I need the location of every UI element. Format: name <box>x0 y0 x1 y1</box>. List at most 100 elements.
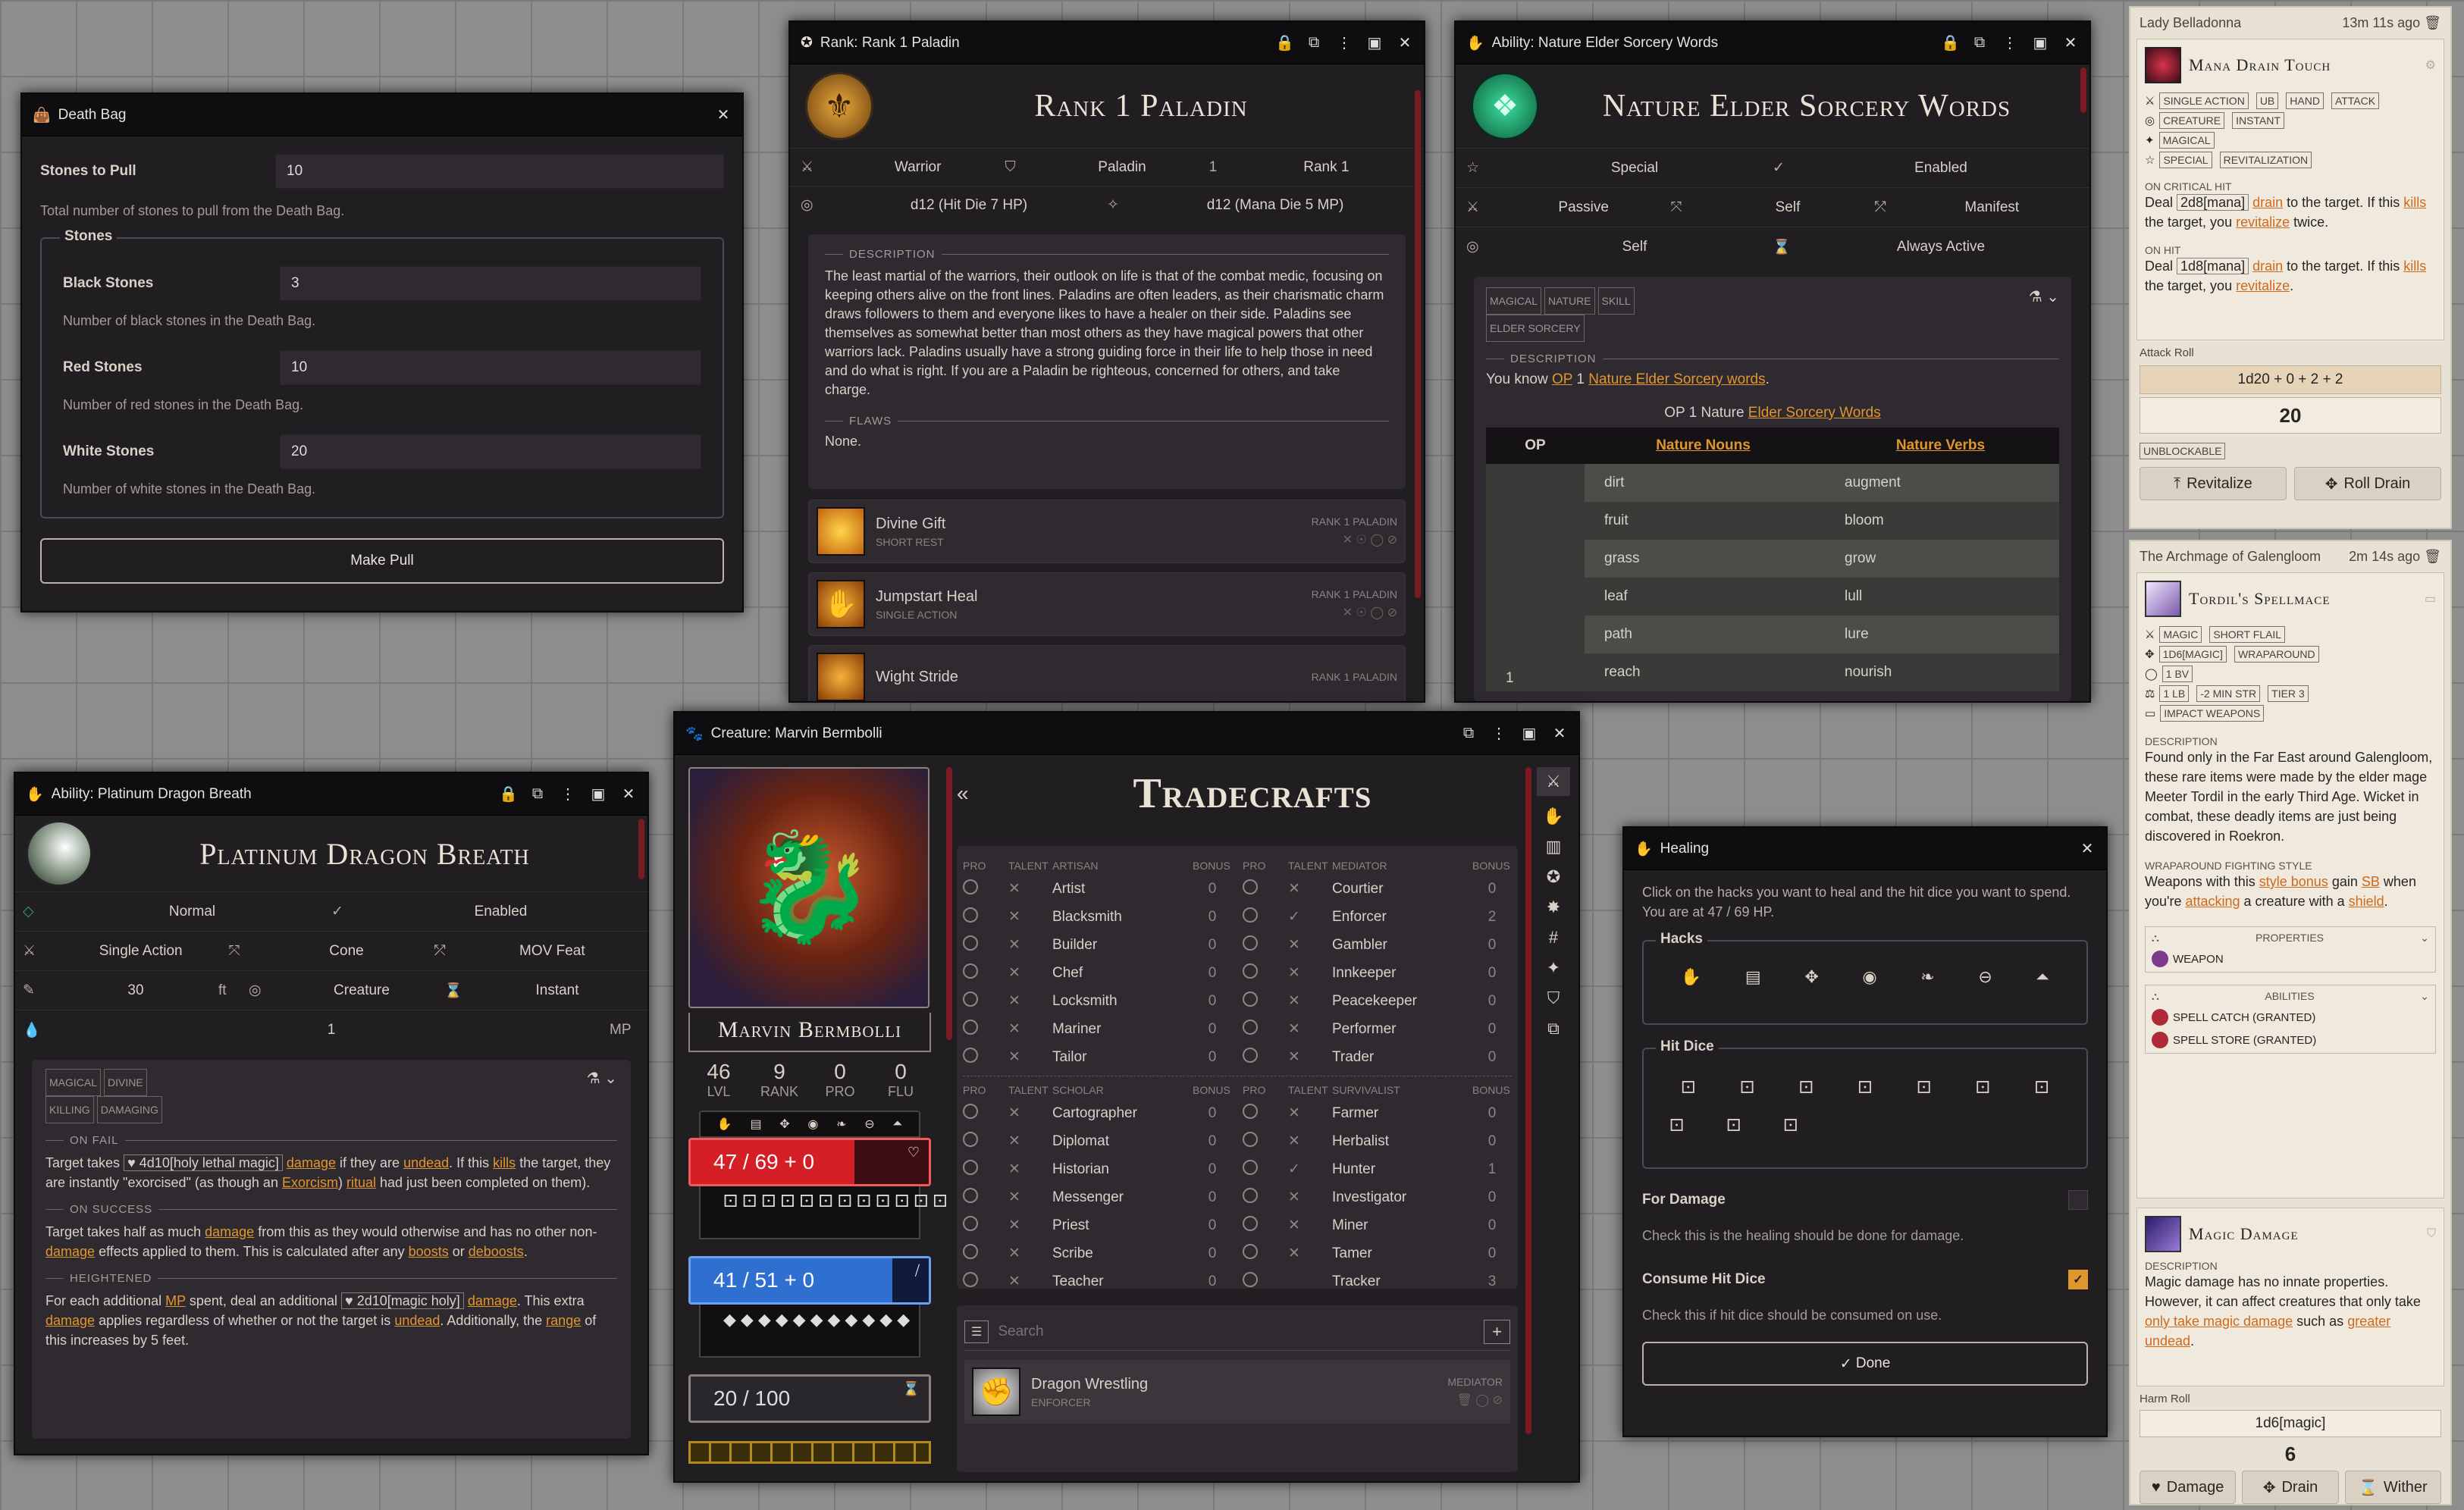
revitalize-button[interactable]: ⤒ Revitalize <box>2140 467 2287 500</box>
roll-formula[interactable]: 1d20 + 0 + 2 + 2 <box>2140 365 2441 394</box>
tradecraft-row[interactable]: ✕ Mariner 0 <box>963 1015 1232 1043</box>
talent-toggle-icon[interactable]: ✓ <box>1288 908 1332 926</box>
talent-toggle-icon[interactable]: ✕ <box>1008 1273 1052 1290</box>
sheet-icon[interactable]: ▣ <box>1521 724 1538 743</box>
kills-link[interactable]: kills <box>2403 258 2426 274</box>
tradecraft-row[interactable]: ✕ Historian 0 <box>963 1155 1232 1183</box>
nose-icon[interactable]: ⏶ <box>2036 967 2049 987</box>
book-icon[interactable]: ▤ <box>750 1117 761 1132</box>
close-icon[interactable]: ✕ <box>1397 33 1413 52</box>
list-item[interactable]: ✊ Dragon Wrestling ENFORCER MEDIATOR 🗑 ◯ ⊘ <box>964 1360 1510 1424</box>
add-icon[interactable]: + <box>1484 1319 1510 1344</box>
expand-icon[interactable]: ⚗ ⌄ <box>2029 287 2059 342</box>
proficiency-radio[interactable] <box>963 879 978 894</box>
tab-armor-icon[interactable]: ⛉ <box>1547 988 1560 1008</box>
for-damage-checkbox[interactable] <box>2068 1190 2088 1210</box>
copy-icon[interactable]: ⧉ <box>529 785 546 803</box>
hit-die-icon[interactable]: ⚀ <box>1681 1078 1695 1098</box>
roll-result[interactable]: 20 <box>2140 397 2441 434</box>
copy-icon[interactable]: ⧉ <box>1306 34 1322 52</box>
talent-toggle-icon[interactable]: ✕ <box>1288 964 1332 982</box>
feet-icon[interactable]: ✥ <box>1804 967 1818 987</box>
proficiency-radio[interactable] <box>1243 1019 1258 1035</box>
fp-bar[interactable]: 20 / 100 ⌛ <box>688 1374 931 1423</box>
close-icon[interactable]: ✕ <box>1551 724 1568 743</box>
creature-portrait[interactable]: 🐉 <box>688 767 929 1008</box>
lock-icon[interactable]: 🔒 <box>499 785 518 804</box>
roll-drain-button[interactable]: ✥ Roll Drain <box>2294 467 2441 500</box>
talent-toggle-icon[interactable]: ✓ <box>1288 1161 1332 1178</box>
proficiency-radio[interactable] <box>1243 1103 1258 1119</box>
talent-toggle-icon[interactable]: ✕ <box>1008 1048 1052 1066</box>
close-icon[interactable]: ✕ <box>715 105 732 124</box>
ear-icon[interactable]: ❧ <box>1920 967 1934 987</box>
hit-die-icon[interactable]: ⚀ <box>1857 1078 1872 1098</box>
talent-toggle-icon[interactable]: ✕ <box>1008 936 1052 954</box>
sheet-icon[interactable]: ▣ <box>1366 33 1383 52</box>
tradecraft-row[interactable]: ✕ Herbalist 0 <box>1243 1127 1512 1155</box>
proficiency-radio[interactable] <box>1243 1215 1258 1231</box>
hp-bar[interactable]: 47 / 69 + 0 ♡ <box>688 1138 931 1186</box>
shield-outline-icon[interactable]: ⛉ <box>2427 1227 2436 1241</box>
op-link[interactable]: OP <box>1552 371 1572 387</box>
tradecraft-row[interactable]: ✕ Tailor 0 <box>963 1043 1232 1071</box>
close-icon[interactable]: ✕ <box>620 785 637 804</box>
kills-link[interactable]: kills <box>493 1155 516 1170</box>
red-stones-input[interactable]: 10 <box>280 350 701 385</box>
list-item[interactable]: ✋ Jumpstart Heal SINGLE ACTION RANK 1 PAL… <box>808 572 1406 636</box>
healing-header[interactable]: ✋ Healing ✕ <box>1624 828 2106 870</box>
hit-die-icon[interactable]: ⚀ <box>1976 1078 1990 1098</box>
proficiency-radio[interactable] <box>963 1271 978 1287</box>
talent-toggle-icon[interactable]: ✕ <box>1008 1020 1052 1038</box>
trash-icon[interactable]: 🗑 <box>2424 549 2441 564</box>
white-stones-input[interactable]: 20 <box>280 434 701 469</box>
tradecraft-row[interactable]: ✕ Performer 0 <box>1243 1015 1512 1043</box>
proficiency-radio[interactable] <box>963 1019 978 1035</box>
item-actions-icon[interactable]: ✕ ☉ ◯ ⊘ <box>1312 605 1397 620</box>
boosts-link[interactable]: boosts <box>409 1244 449 1259</box>
proficiency-radio[interactable] <box>1243 991 1258 1007</box>
kills-link[interactable]: kills <box>2403 195 2426 210</box>
talent-toggle-icon[interactable]: ✕ <box>1008 880 1052 898</box>
copy-icon[interactable]: ⧉ <box>1460 725 1477 742</box>
proficiency-radio[interactable] <box>1243 1159 1258 1175</box>
consume-checkbox[interactable]: ✓ <box>2068 1270 2088 1289</box>
proficiency-radio[interactable] <box>1243 879 1258 894</box>
proficiency-radio[interactable] <box>963 1215 978 1231</box>
list-item[interactable]: Divine Gift SHORT REST RANK 1 PALADIN ✕ ☉ … <box>808 500 1406 563</box>
damage-button[interactable]: ♥ Damage <box>2140 1471 2237 1504</box>
tradecraft-row[interactable]: Tracker 3 <box>1243 1267 1512 1295</box>
eye-icon[interactable]: ◉ <box>807 1117 818 1132</box>
style-bonus-link[interactable]: style bonus <box>2259 874 2328 889</box>
hit-die-icon[interactable]: ⚀ <box>1669 1116 1684 1136</box>
item-actions-icon[interactable]: 🗑 ◯ ⊘ <box>1447 1393 1503 1408</box>
talent-toggle-icon[interactable]: ✕ <box>1288 1217 1332 1234</box>
proficiency-radio[interactable] <box>1243 935 1258 951</box>
talent-toggle-icon[interactable]: ✕ <box>1008 1132 1052 1150</box>
drain-link[interactable]: drain <box>2252 195 2283 210</box>
mp-bar[interactable]: 41 / 51 + 0 ⧸ <box>688 1256 931 1305</box>
tradecraft-row[interactable]: ✕ Chef 0 <box>963 959 1232 987</box>
revitalize-link[interactable]: revitalize <box>2236 278 2290 293</box>
tradecraft-row[interactable]: ✕ Peacekeeper 0 <box>1243 987 1512 1015</box>
make-pull-button[interactable]: Make Pull <box>40 538 724 584</box>
hit-die-icon[interactable]: ⚀ <box>2035 1078 2049 1098</box>
proficiency-radio[interactable] <box>963 1047 978 1063</box>
sheet-icon[interactable]: ▣ <box>590 785 607 804</box>
tradecraft-row[interactable]: ✕ Messenger 0 <box>963 1183 1232 1211</box>
eye-icon[interactable]: ◉ <box>1862 967 1876 987</box>
tradecraft-row[interactable]: ✕ Builder 0 <box>963 931 1232 959</box>
damage-link[interactable]: damage <box>45 1313 95 1328</box>
mouth-icon[interactable]: ⊖ <box>864 1117 874 1132</box>
crit-dice[interactable]: 2d8[mana] <box>2177 194 2249 211</box>
hit-die-icon[interactable]: ⚀ <box>1783 1116 1798 1136</box>
nose-icon[interactable]: ⏶ <box>892 1117 902 1131</box>
proficiency-radio[interactable] <box>1243 1187 1258 1203</box>
collapse-icon[interactable]: « <box>957 782 987 806</box>
tradecraft-row[interactable]: ✕ Courtier 0 <box>1243 875 1512 903</box>
tradecraft-row[interactable]: ✕ Farmer 0 <box>1243 1099 1512 1127</box>
close-icon[interactable]: ✕ <box>2079 839 2096 858</box>
talent-toggle-icon[interactable]: ✕ <box>1008 1104 1052 1122</box>
talent-toggle-icon[interactable]: ✕ <box>1008 1245 1052 1262</box>
talent-toggle-icon[interactable]: ✕ <box>1008 992 1052 1010</box>
